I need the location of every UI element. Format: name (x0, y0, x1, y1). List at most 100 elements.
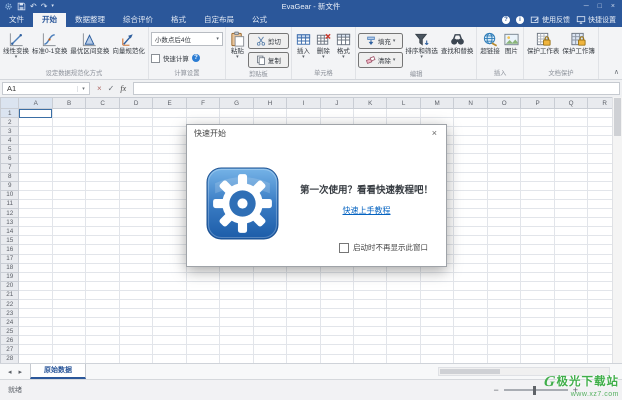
grid-cell[interactable] (19, 336, 52, 345)
grid-cell[interactable] (487, 154, 521, 163)
grid-cell[interactable] (153, 290, 186, 299)
grid-cell[interactable] (153, 254, 186, 263)
grid-cell[interactable] (153, 318, 186, 327)
grid-cell[interactable] (52, 199, 85, 208)
grid-cell[interactable] (454, 118, 487, 127)
grid-cell[interactable] (253, 272, 286, 281)
grid-cell[interactable] (521, 209, 554, 218)
grid-cell[interactable] (52, 118, 85, 127)
grid-cell[interactable] (220, 354, 254, 363)
grid-cell[interactable] (253, 281, 286, 290)
column-header[interactable]: E (153, 98, 186, 109)
ribbon-collapse-icon[interactable]: ∧ (614, 68, 619, 76)
ribbon-button[interactable]: 线性变换▾ (2, 29, 30, 60)
grid-cell[interactable] (454, 309, 487, 318)
grid-cell[interactable] (86, 199, 119, 208)
ribbon-button[interactable]: 图片 (502, 29, 521, 55)
grid-cell[interactable] (52, 299, 85, 308)
grid-cell[interactable] (554, 172, 588, 181)
grid-cell[interactable] (487, 172, 521, 181)
horizontal-scrollbar-thumb[interactable] (440, 369, 500, 374)
row-header[interactable]: 12 (1, 209, 19, 218)
grid-cell[interactable] (554, 318, 588, 327)
grid-cell[interactable] (186, 281, 219, 290)
ribbon-button[interactable]: 保护工作表 (526, 29, 561, 55)
column-header[interactable]: G (220, 98, 254, 109)
grid-cell[interactable] (554, 163, 588, 172)
grid-cell[interactable] (454, 218, 487, 227)
grid-cell[interactable] (521, 127, 554, 136)
grid-cell[interactable] (153, 190, 186, 199)
grid-cell[interactable] (487, 272, 521, 281)
grid-cell[interactable] (86, 354, 119, 363)
menu-tab[interactable]: 开始 (33, 13, 66, 27)
grid-cell[interactable] (19, 163, 52, 172)
grid-cell[interactable] (454, 281, 487, 290)
grid-cell[interactable] (521, 199, 554, 208)
grid-cell[interactable] (119, 154, 152, 163)
grid-cell[interactable] (52, 136, 85, 145)
grid-cell[interactable] (119, 263, 152, 272)
grid-cell[interactable] (454, 299, 487, 308)
grid-cell[interactable] (19, 190, 52, 199)
grid-cell[interactable] (220, 318, 254, 327)
grid-cell[interactable] (153, 109, 186, 118)
grid-cell[interactable] (287, 290, 320, 299)
checkbox-icon[interactable] (339, 243, 349, 253)
grid-cell[interactable] (554, 327, 588, 336)
grid-cell[interactable] (19, 318, 52, 327)
grid-cell[interactable] (521, 309, 554, 318)
grid-cell[interactable] (86, 299, 119, 308)
grid-cell[interactable] (287, 281, 320, 290)
grid-cell[interactable] (52, 272, 85, 281)
name-box-dropdown-icon[interactable]: ▾ (77, 86, 89, 92)
quick-calc-checkbox[interactable]: 快速计算? (151, 53, 200, 63)
grid-cell[interactable] (387, 290, 420, 299)
column-header[interactable]: O (487, 98, 521, 109)
grid-cell[interactable] (454, 109, 487, 118)
grid-cell[interactable] (253, 327, 286, 336)
grid-cell[interactable] (420, 336, 454, 345)
sheet-tab[interactable]: 原始数据 (30, 364, 86, 379)
row-header[interactable]: 6 (1, 154, 19, 163)
grid-cell[interactable] (52, 218, 85, 227)
grid-cell[interactable] (320, 272, 353, 281)
grid-cell[interactable] (420, 354, 454, 363)
grid-cell[interactable] (52, 181, 85, 190)
grid-cell[interactable] (220, 281, 254, 290)
column-header[interactable]: A (19, 98, 52, 109)
grid-cell[interactable] (19, 227, 52, 236)
grid-cell[interactable] (454, 127, 487, 136)
grid-cell[interactable] (420, 327, 454, 336)
grid-cell[interactable] (86, 127, 119, 136)
row-header[interactable]: 24 (1, 318, 19, 327)
grid-cell[interactable] (554, 136, 588, 145)
row-header[interactable]: 9 (1, 181, 19, 190)
menu-tab[interactable]: 自定布局 (195, 13, 243, 27)
grid-cell[interactable] (487, 227, 521, 236)
grid-cell[interactable] (521, 336, 554, 345)
column-header[interactable]: J (320, 98, 353, 109)
grid-cell[interactable] (19, 218, 52, 227)
grid-cell[interactable] (19, 345, 52, 354)
grid-cell[interactable] (287, 336, 320, 345)
row-header[interactable]: 20 (1, 281, 19, 290)
grid-cell[interactable] (554, 263, 588, 272)
grid-cell[interactable] (19, 154, 52, 163)
grid-cell[interactable] (86, 236, 119, 245)
grid-cell[interactable] (354, 318, 387, 327)
grid-cell[interactable] (454, 190, 487, 199)
grid-cell[interactable] (521, 245, 554, 254)
column-header[interactable]: N (454, 98, 487, 109)
grid-cell[interactable] (153, 181, 186, 190)
grid-cell[interactable] (420, 318, 454, 327)
grid-cell[interactable] (521, 190, 554, 199)
grid-cell[interactable] (521, 172, 554, 181)
grid-cell[interactable] (487, 218, 521, 227)
grid-cell[interactable] (86, 272, 119, 281)
row-header[interactable]: 13 (1, 218, 19, 227)
grid-cell[interactable] (186, 309, 219, 318)
grid-cell[interactable] (454, 172, 487, 181)
save-icon[interactable] (17, 2, 26, 11)
grid-cell[interactable] (52, 209, 85, 218)
